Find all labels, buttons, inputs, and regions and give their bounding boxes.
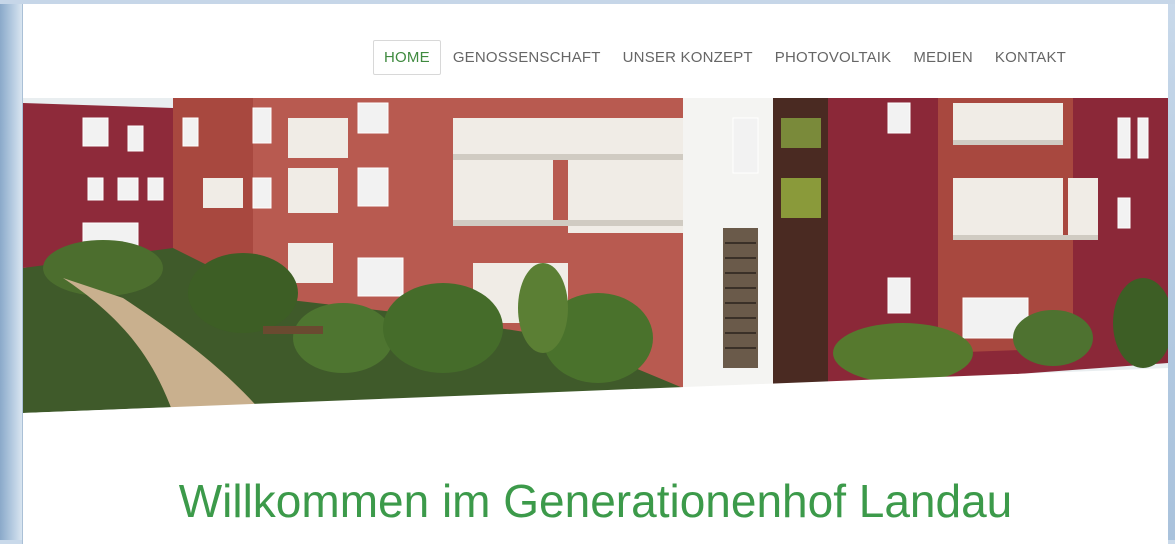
hero-banner-image [23, 98, 1168, 413]
nav-item-home[interactable]: HOME [373, 39, 441, 75]
nav-item-genossenschaft[interactable]: GENOSSENSCHAFT [443, 41, 611, 74]
nav-item-photovoltaik[interactable]: PHOTOVOLTAIK [765, 41, 902, 74]
page-title: Willkommen im Generationenhof Landau [178, 475, 1013, 527]
hero-building-illustration [23, 98, 1168, 413]
main-navigation: HOME GENOSSENSCHAFT UNSER KONZEPT PHOTOV… [373, 39, 1078, 75]
nav-item-unser-konzept[interactable]: UNSER KONZEPT [613, 41, 763, 74]
background-left-strip [0, 0, 22, 540]
nav-item-kontakt[interactable]: KONTAKT [985, 41, 1076, 74]
nav-item-medien[interactable]: MEDIEN [903, 41, 983, 74]
page-container: HOME GENOSSENSCHAFT UNSER KONZEPT PHOTOV… [22, 4, 1168, 544]
